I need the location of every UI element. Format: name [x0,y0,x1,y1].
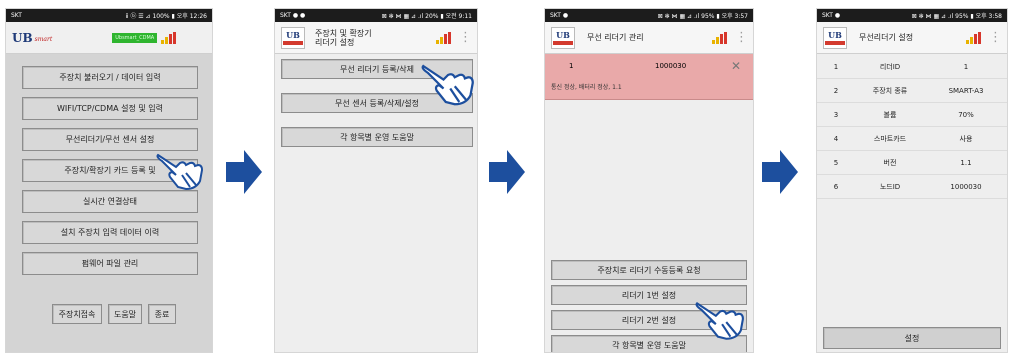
settings-row[interactable]: 3 볼륨 70% [817,103,1007,127]
ub-smart-logo: UB [551,26,575,49]
next-step-arrow-icon [762,150,798,194]
carrier-label: SKT ● ● [280,12,306,19]
status-icons: ⅱ ⓑ ☰ ⊿ 100% ▮ 오후 12:26 [125,13,207,20]
setting-value: SMART-A3 [948,86,984,95]
setting-value: 사용 [959,134,973,143]
page-title: 무선 리더기 관리 [587,33,644,42]
app-header: UB smart Ubsmart_CDMA [6,22,212,54]
pointing-hand-icon [421,64,474,106]
page-title: 무선리더기 설정 [859,33,914,42]
next-step-arrow-icon [226,150,262,194]
main-menu-button[interactable]: 무선리더기/무선 센서 설정 [22,128,198,151]
ub-smart-logo: UB [281,26,305,49]
setting-name: 주장치 종류 [872,86,908,95]
close-icon[interactable]: ✕ [731,59,741,73]
settings-row[interactable]: 6 노드ID 1000030 [817,175,1007,199]
carrier-label: SKT [11,12,22,19]
status-bar: SKT ⅱ ⓑ ☰ ⊿ 100% ▮ 오후 12:26 [6,9,212,22]
row-number: 1 [833,62,839,71]
setting-name: 노드ID [879,182,901,191]
status-bar: SKT ● ● ⊠ ✻ ⋈ ▦ ⊿ .ıl 20% ▮ 오전 9:11 [275,9,477,22]
setting-value: 1 [963,62,969,71]
overflow-menu-icon[interactable]: ⋮ [459,31,472,44]
row-number: 2 [833,86,839,95]
status-icons: ⊠ ✻ ⋈ ▦ ⊿ .ıl 95% ▮ 오후 3:57 [657,13,748,20]
setting-value: 1000030 [950,182,982,191]
main-menu-button[interactable]: 펌웨어 파일 관리 [22,252,198,275]
row-number: 5 [833,158,839,167]
ub-smart-logo: UB [823,26,847,49]
signal-strength-icon [436,31,451,44]
tutorial-sequence: SKT ⅱ ⓑ ☰ ⊿ 100% ▮ 오후 12:26 UB smart Ubsm… [0,0,1012,357]
reader-menu-button[interactable]: 각 항목별 운영 도움말 [281,127,473,147]
phone-screen-main-menu: SKT ⅱ ⓑ ☰ ⊿ 100% ▮ 오후 12:26 UB smart Ubsm… [5,8,213,353]
pointing-hand-icon [695,301,744,340]
carrier-label: SKT ● [822,12,841,19]
app-header: UB 무선 리더기 관리 ⋮ [545,22,753,54]
overflow-menu-icon[interactable]: ⋮ [735,31,748,44]
settings-row[interactable]: 1 리더ID 1 [817,55,1007,79]
phone-screen-reader-config: SKT ● ⊠ ✻ ⋈ ▦ ⊿ .ıl 95% ▮ 오후 3:58 UB 무선리… [816,8,1008,353]
bottom-button-row: 주장치접속 도움말 종료 [52,304,176,324]
signal-strength-icon [966,31,981,44]
connection-badge: Ubsmart_CDMA [112,32,158,43]
setting-name: 버전 [883,158,897,167]
row-number: 6 [833,182,839,191]
app-header: UB 무선리더기 설정 ⋮ [817,22,1007,54]
phone-screen-reader-settings: SKT ● ● ⊠ ✻ ⋈ ▦ ⊿ .ıl 20% ▮ 오전 9:11 UB 주… [274,8,478,353]
next-step-arrow-icon [489,150,525,194]
signal-strength-icon [712,31,727,44]
exit-button[interactable]: 종료 [148,304,176,324]
signal-strength-icon [161,31,177,44]
reader-code: 1000030 [655,62,687,70]
connect-main-unit-button[interactable]: 주장치접속 [52,304,102,324]
phone-screen-reader-management: SKT ● ⊠ ✻ ⋈ ▦ ⊿ .ıl 95% ▮ 오후 3:57 UB 무선 … [544,8,754,353]
status-icons: ⊠ ✻ ⋈ ▦ ⊿ .ıl 95% ▮ 오후 3:58 [911,13,1002,20]
settings-table: 1 리더ID 1 2 주장치 종류 SMART-A3 3 볼륨 70% 4 스마트카드 사용 5 버전 1.… [817,55,1007,199]
reader-status-text: 통신 정상, 배터리 정상, 1.1 [551,84,622,91]
setting-value: 70% [958,110,974,119]
status-icons: ⊠ ✻ ⋈ ▦ ⊿ .ıl 20% ▮ 오전 9:11 [381,13,472,20]
overflow-menu-icon[interactable]: ⋮ [989,31,1002,44]
settings-row[interactable]: 4 스마트카드 사용 [817,127,1007,151]
page-title: 주장치 및 확장기 리더기 설정 [315,28,372,47]
settings-row[interactable]: 5 버전 1.1 [817,151,1007,175]
main-menu-button[interactable]: 주장치 불러오기 / 데이터 입력 [22,66,198,89]
status-bar: SKT ● ⊠ ✻ ⋈ ▦ ⊿ .ıl 95% ▮ 오후 3:58 [817,9,1007,22]
status-bar: SKT ● ⊠ ✻ ⋈ ▦ ⊿ .ıl 95% ▮ 오후 3:57 [545,9,753,22]
main-menu-button[interactable]: WIFI/TCP/CDMA 설정 및 입력 [22,97,198,120]
apply-settings-button[interactable]: 설정 [823,327,1001,349]
help-button[interactable]: 도움말 [108,304,142,324]
reader-index: 1 [569,62,574,70]
app-header: UB 주장치 및 확장기 리더기 설정 ⋮ [275,22,477,54]
carrier-label: SKT ● [550,12,569,19]
setting-name: 리더ID [879,62,901,71]
pointing-hand-icon [156,153,204,191]
setting-name: 볼륨 [883,110,897,119]
reader-action-button[interactable]: 주장치로 리더기 수동등록 요청 [551,260,747,280]
ub-smart-logo: UB smart [12,30,53,45]
main-menu-button[interactable]: 설치 주장치 입력 데이터 이력 [22,221,198,244]
reader-list-item[interactable]: 1 1000030 ✕ 통신 정상, 배터리 정상, 1.1 [545,54,753,100]
row-number: 4 [833,134,839,143]
setting-name: 스마트카드 [873,134,907,143]
setting-value: 1.1 [960,158,972,167]
main-menu-button[interactable]: 실시간 연결상태 [22,190,198,213]
row-number: 3 [833,110,839,119]
settings-row[interactable]: 2 주장치 종류 SMART-A3 [817,79,1007,103]
